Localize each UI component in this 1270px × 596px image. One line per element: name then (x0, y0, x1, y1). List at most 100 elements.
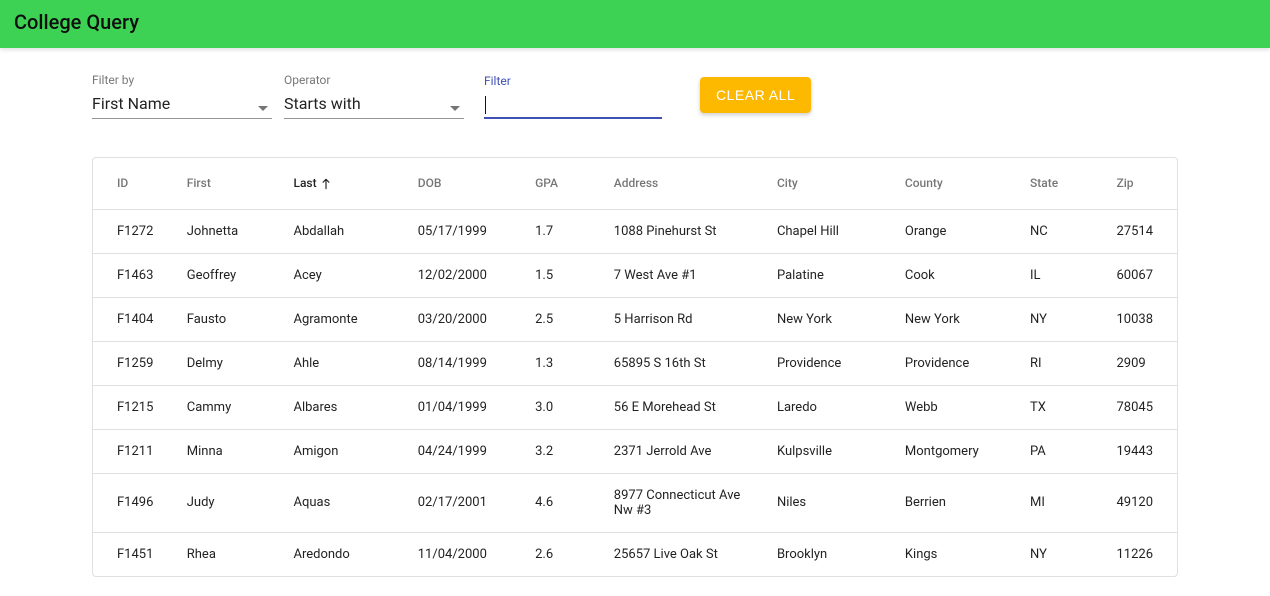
sort-asc-icon (319, 177, 333, 191)
table-row[interactable]: F1215CammyAlbares01/04/19993.056 E Moreh… (93, 385, 1177, 429)
filter-by-select[interactable]: Filter by First Name (92, 72, 272, 119)
table-row[interactable]: F1451RheaAredondo11/04/20002.625657 Live… (93, 532, 1177, 576)
cell-zip: 19443 (1106, 429, 1177, 473)
cell-zip: 78045 (1106, 385, 1177, 429)
cell-gpa: 1.5 (525, 253, 604, 297)
cell-zip: 11226 (1106, 532, 1177, 576)
column-header-dob[interactable]: DOB (408, 158, 525, 209)
column-header-state[interactable]: State (1020, 158, 1107, 209)
filters-row: Filter by First Name Operator Starts wit… (92, 72, 1178, 119)
table-body: F1272JohnettaAbdallah05/17/19991.71088 P… (93, 209, 1177, 576)
cell-addr: 65895 S 16th St (604, 341, 767, 385)
column-header-label: Last (293, 176, 316, 190)
cell-id: F1496 (93, 473, 177, 532)
cell-zip: 49120 (1106, 473, 1177, 532)
cell-last: Abdallah (283, 209, 407, 253)
table-row[interactable]: F1259DelmyAhle08/14/19991.365895 S 16th … (93, 341, 1177, 385)
cell-city: Brooklyn (767, 532, 895, 576)
cell-dob: 04/24/1999 (408, 429, 525, 473)
cell-dob: 08/14/1999 (408, 341, 525, 385)
filter-field: Filter (484, 73, 662, 119)
cell-county: Montgomery (895, 429, 1020, 473)
cell-id: F1259 (93, 341, 177, 385)
column-header-city[interactable]: City (767, 158, 895, 209)
cell-state: NY (1020, 297, 1107, 341)
cell-id: F1272 (93, 209, 177, 253)
cell-id: F1463 (93, 253, 177, 297)
cell-addr: 8977 Connecticut Ave Nw #3 (604, 473, 767, 532)
cell-last: Albares (283, 385, 407, 429)
column-header-county[interactable]: County (895, 158, 1020, 209)
table-row[interactable]: F1496JudyAquas02/17/20014.68977 Connecti… (93, 473, 1177, 532)
cell-last: Amigon (283, 429, 407, 473)
filter-input[interactable] (484, 93, 662, 119)
column-header-gpa[interactable]: GPA (525, 158, 604, 209)
column-header-label: County (905, 176, 943, 190)
cell-first: Delmy (177, 341, 284, 385)
table-row[interactable]: F1404FaustoAgramonte03/20/20002.55 Harri… (93, 297, 1177, 341)
cell-zip: 60067 (1106, 253, 1177, 297)
cell-last: Acey (283, 253, 407, 297)
app-header: College Query (0, 0, 1270, 48)
cell-addr: 1088 Pinehurst St (604, 209, 767, 253)
cell-zip: 27514 (1106, 209, 1177, 253)
results-table: IDFirst Last DOBGPA Address City County State Z… (93, 158, 1177, 576)
cell-zip: 2909 (1106, 341, 1177, 385)
cell-addr: 7 West Ave #1 (604, 253, 767, 297)
chevron-down-icon (258, 106, 268, 111)
cell-first: Cammy (177, 385, 284, 429)
cell-gpa: 4.6 (525, 473, 604, 532)
filter-by-label: Filter by (92, 72, 272, 88)
filter-by-value: First Name (92, 92, 272, 119)
cell-id: F1211 (93, 429, 177, 473)
cell-county: New York (895, 297, 1020, 341)
cell-county: Berrien (895, 473, 1020, 532)
column-header-addr[interactable]: Address (604, 158, 767, 209)
column-header-zip[interactable]: Zip (1106, 158, 1177, 209)
table-header-row: IDFirst Last DOBGPA Address City County State Z… (93, 158, 1177, 209)
column-header-label: Zip (1116, 176, 1133, 190)
cell-city: Niles (767, 473, 895, 532)
clear-all-button[interactable]: CLEAR ALL (700, 77, 811, 113)
table-row[interactable]: F1272JohnettaAbdallah05/17/19991.71088 P… (93, 209, 1177, 253)
cell-first: Judy (177, 473, 284, 532)
column-header-first[interactable]: First (177, 158, 284, 209)
cell-first: Johnetta (177, 209, 284, 253)
cell-addr: 56 E Morehead St (604, 385, 767, 429)
cell-state: NC (1020, 209, 1107, 253)
column-header-last[interactable]: Last (283, 158, 407, 209)
operator-value: Starts with (284, 92, 464, 119)
column-header-id[interactable]: ID (93, 158, 177, 209)
cell-county: Orange (895, 209, 1020, 253)
cell-last: Ahle (283, 341, 407, 385)
column-header-label: State (1030, 176, 1058, 190)
cell-state: PA (1020, 429, 1107, 473)
cell-city: Chapel Hill (767, 209, 895, 253)
table-row[interactable]: F1211MinnaAmigon04/24/19993.22371 Jerrol… (93, 429, 1177, 473)
column-header-label: City (777, 176, 798, 190)
cell-id: F1451 (93, 532, 177, 576)
cell-state: MI (1020, 473, 1107, 532)
cell-addr: 2371 Jerrold Ave (604, 429, 767, 473)
filter-label: Filter (484, 73, 662, 89)
cell-city: Kulpsville (767, 429, 895, 473)
cell-dob: 02/17/2001 (408, 473, 525, 532)
cell-first: Geoffrey (177, 253, 284, 297)
table-row[interactable]: F1463GeoffreyAcey12/02/20001.57 West Ave… (93, 253, 1177, 297)
cell-first: Fausto (177, 297, 284, 341)
column-header-label: Address (614, 176, 658, 190)
operator-select[interactable]: Operator Starts with (284, 72, 464, 119)
text-cursor (485, 96, 486, 114)
cell-id: F1404 (93, 297, 177, 341)
cell-city: Laredo (767, 385, 895, 429)
cell-gpa: 2.6 (525, 532, 604, 576)
cell-addr: 5 Harrison Rd (604, 297, 767, 341)
cell-gpa: 3.0 (525, 385, 604, 429)
cell-dob: 05/17/1999 (408, 209, 525, 253)
cell-gpa: 1.3 (525, 341, 604, 385)
cell-city: Palatine (767, 253, 895, 297)
cell-county: Providence (895, 341, 1020, 385)
cell-gpa: 2.5 (525, 297, 604, 341)
main-content: Filter by First Name Operator Starts wit… (0, 48, 1270, 577)
cell-last: Agramonte (283, 297, 407, 341)
